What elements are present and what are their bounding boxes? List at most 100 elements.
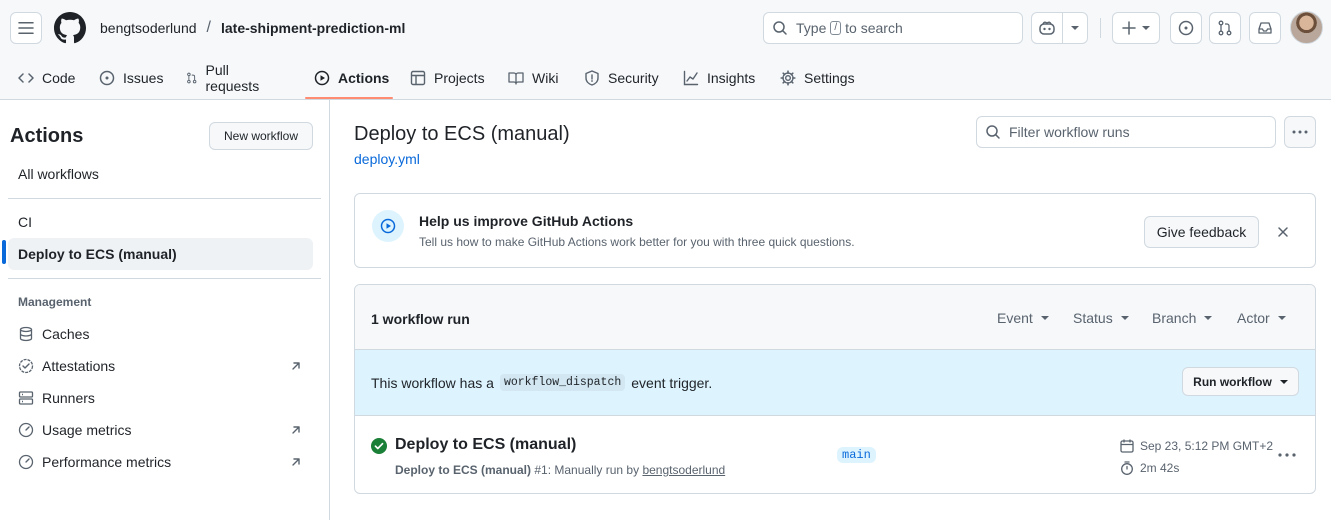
global-search-input[interactable]: Type / to search <box>763 12 1023 44</box>
user-avatar[interactable] <box>1290 11 1323 44</box>
more-options-button[interactable] <box>1284 116 1316 148</box>
new-workflow-button[interactable]: New workflow <box>209 122 313 150</box>
triangle-down-icon <box>1142 26 1150 30</box>
tab-label: Actions <box>338 70 390 86</box>
triangle-down-icon <box>1279 379 1288 384</box>
management-heading: Management <box>18 295 92 309</box>
check-circle-fill-icon <box>371 438 387 454</box>
owner-link[interactable]: bengtsoderlund <box>100 20 197 36</box>
event-filter-dropdown[interactable]: Event <box>997 310 1049 326</box>
sidebar-divider <box>8 278 321 279</box>
filter-workflow-runs-input[interactable]: Filter workflow runs <box>976 116 1276 148</box>
status-filter-dropdown[interactable]: Status <box>1073 310 1129 326</box>
actions-sidebar: Actions New workflow All workflows CI De… <box>0 100 330 520</box>
tab-insights[interactable]: Insights <box>683 56 755 100</box>
gear-icon <box>780 70 796 86</box>
sidebar-item-runners[interactable]: Runners <box>18 382 308 414</box>
sidebar-item-attestations[interactable]: Attestations <box>18 350 308 382</box>
arrow-up-right-icon <box>292 362 300 370</box>
pull-requests-header-button[interactable] <box>1209 12 1241 44</box>
filter-placeholder: Filter workflow runs <box>1009 124 1130 140</box>
stopwatch-icon <box>1121 461 1133 475</box>
tab-label: Code <box>42 70 76 86</box>
sidebar-item-usage-metrics[interactable]: Usage metrics <box>18 414 308 446</box>
tab-label: Settings <box>804 70 855 86</box>
play-icon <box>372 210 404 242</box>
github-logo-icon[interactable] <box>54 12 86 44</box>
triangle-down-icon <box>1040 316 1049 320</box>
issues-header-button[interactable] <box>1170 12 1202 44</box>
run-date: Sep 23, 5:12 PM GMT+2 <box>1120 439 1273 453</box>
sidebar-item-label: Performance metrics <box>42 454 172 470</box>
page-title: Deploy to ECS (manual) <box>354 123 570 145</box>
filter-label: Branch <box>1152 310 1197 326</box>
code-icon <box>18 73 34 83</box>
feedback-title: Help us improve GitHub Actions <box>419 213 634 229</box>
workflow-file-link[interactable]: deploy.yml <box>354 151 420 167</box>
tab-projects[interactable]: Projects <box>410 56 485 100</box>
run-duration: 2m 42s <box>1120 461 1179 475</box>
tab-security[interactable]: Security <box>584 56 659 100</box>
meter-icon <box>18 422 34 438</box>
runs-header: 1 workflow run Event Status Branch Actor <box>355 285 1315 350</box>
tab-actions[interactable]: Actions <box>314 56 389 100</box>
inbox-button[interactable] <box>1249 12 1281 44</box>
feedback-subtitle: Tell us how to make GitHub Actions work … <box>419 235 855 249</box>
copilot-dropdown-button[interactable] <box>1062 12 1088 44</box>
triangle-down-icon <box>1071 26 1079 30</box>
tab-issues[interactable]: Issues <box>99 56 163 100</box>
copilot-button[interactable] <box>1031 12 1063 44</box>
breadcrumb-separator: / <box>206 19 211 36</box>
branch-label[interactable]: main <box>837 447 876 463</box>
dispatch-text-post: event trigger. <box>631 374 713 391</box>
sidebar-item-caches[interactable]: Caches <box>18 318 308 350</box>
triangle-down-icon <box>1204 316 1213 320</box>
sidebar-item-all-workflows[interactable]: All workflows <box>8 158 313 190</box>
give-feedback-button[interactable]: Give feedback <box>1144 216 1259 248</box>
tab-pull-requests[interactable]: Pull requests <box>186 56 264 100</box>
copilot-icon <box>1039 21 1055 35</box>
repo-link[interactable]: late-shipment-prediction-ml <box>221 20 405 36</box>
sidebar-item-performance-metrics[interactable]: Performance metrics <box>18 446 308 478</box>
tab-code[interactable]: Code <box>18 56 75 100</box>
workflow-run-row[interactable]: Deploy to ECS (manual) Deploy to ECS (ma… <box>355 416 1315 493</box>
selected-item-indicator <box>2 240 6 264</box>
tab-settings[interactable]: Settings <box>780 56 855 100</box>
arrow-up-right-icon <box>292 426 300 434</box>
search-icon <box>773 21 787 35</box>
workflow-dispatch-banner: This workflow has a workflow_dispatch ev… <box>355 350 1315 416</box>
tab-wiki[interactable]: Wiki <box>508 56 558 100</box>
dispatch-text-pre: This workflow has a <box>371 374 494 391</box>
tab-label: Pull requests <box>205 62 260 94</box>
sidebar-item-ci[interactable]: CI <box>8 206 313 238</box>
tab-label: Issues <box>123 70 164 86</box>
sidebar-item-deploy-to-ecs[interactable]: Deploy to ECS (manual) <box>8 238 313 270</box>
sidebar-item-label: Runners <box>42 390 95 406</box>
sidebar-item-label: Usage metrics <box>42 422 132 438</box>
plus-icon <box>1122 21 1136 35</box>
close-icon[interactable] <box>1275 224 1291 240</box>
run-actor-link[interactable]: bengtsoderlund <box>642 463 725 477</box>
search-icon <box>986 125 1000 139</box>
active-tab-indicator <box>305 97 393 99</box>
header-divider <box>1100 18 1101 38</box>
tab-label: Security <box>608 70 659 86</box>
runs-count: 1 workflow run <box>371 311 470 327</box>
run-title-link[interactable]: Deploy to ECS (manual) <box>395 436 576 454</box>
filter-label: Actor <box>1237 310 1270 326</box>
meter-icon <box>18 454 34 470</box>
run-workflow-button[interactable]: Run workflow <box>1182 367 1299 396</box>
play-icon <box>314 70 330 86</box>
table-icon <box>410 70 426 86</box>
verified-icon <box>18 358 34 374</box>
breadcrumb: bengtsoderlund / late-shipment-predictio… <box>100 19 405 37</box>
hamburger-menu-button[interactable] <box>10 12 42 44</box>
run-date-text: Sep 23, 5:12 PM GMT+2 <box>1140 439 1274 453</box>
git-pull-request-icon <box>187 72 197 84</box>
branch-filter-dropdown[interactable]: Branch <box>1152 310 1213 326</box>
book-icon <box>508 72 524 85</box>
kebab-horizontal-icon[interactable] <box>1275 447 1299 463</box>
create-new-button[interactable] <box>1112 12 1160 44</box>
actor-filter-dropdown[interactable]: Actor <box>1237 310 1286 326</box>
three-bars-icon <box>18 22 34 34</box>
